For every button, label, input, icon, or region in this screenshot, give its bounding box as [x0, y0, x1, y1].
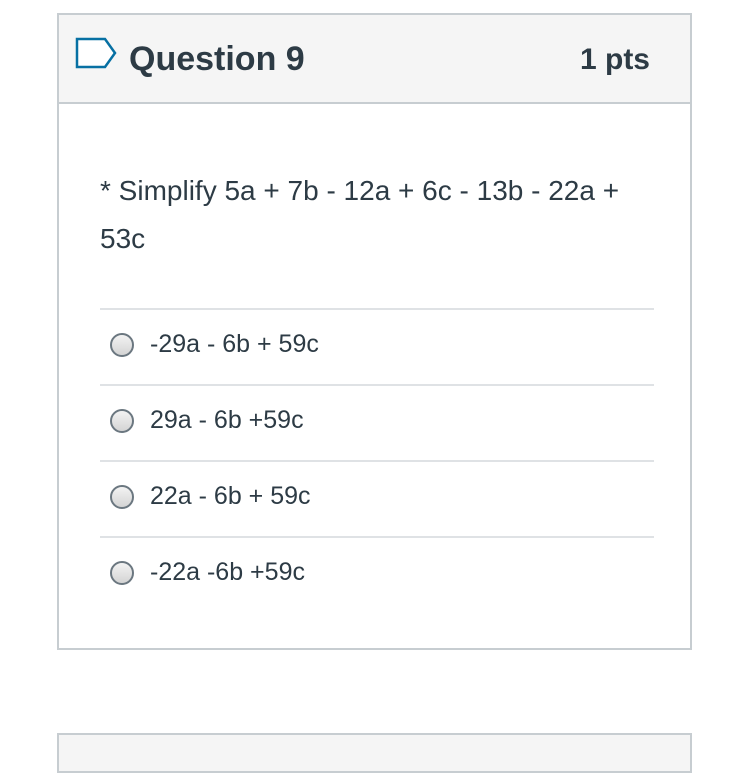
question-header: Question 9 1 pts: [59, 15, 690, 104]
question-text: * Simplify 5a + 7b - 12a + 6c - 13b - 22…: [100, 175, 620, 254]
answer-label[interactable]: 22a - 6b + 59c: [150, 479, 311, 513]
answer-label[interactable]: -22a -6b +59c: [150, 555, 305, 589]
radio-button[interactable]: [110, 333, 134, 357]
radio-button[interactable]: [110, 561, 134, 585]
radio-button[interactable]: [110, 409, 134, 433]
question-points: 1 pts: [579, 43, 650, 76]
answer-option[interactable]: 22a - 6b + 59c: [100, 460, 654, 536]
flag-question-icon[interactable]: [75, 37, 117, 69]
answer-option[interactable]: -29a - 6b + 59c: [100, 308, 654, 384]
question-card: Question 9 1 pts * Simplify 5a + 7b - 12…: [57, 13, 692, 650]
answer-option[interactable]: -22a -6b +59c: [100, 536, 654, 612]
answer-list: -29a - 6b + 59c 29a - 6b +59c 22a - 6b +…: [100, 308, 654, 612]
answer-option[interactable]: 29a - 6b +59c: [100, 384, 654, 460]
answer-label[interactable]: -29a - 6b + 59c: [150, 327, 319, 361]
answer-label[interactable]: 29a - 6b +59c: [150, 403, 304, 437]
radio-button[interactable]: [110, 485, 134, 509]
next-question-card: [57, 733, 692, 773]
question-title: Question 9: [129, 40, 305, 78]
